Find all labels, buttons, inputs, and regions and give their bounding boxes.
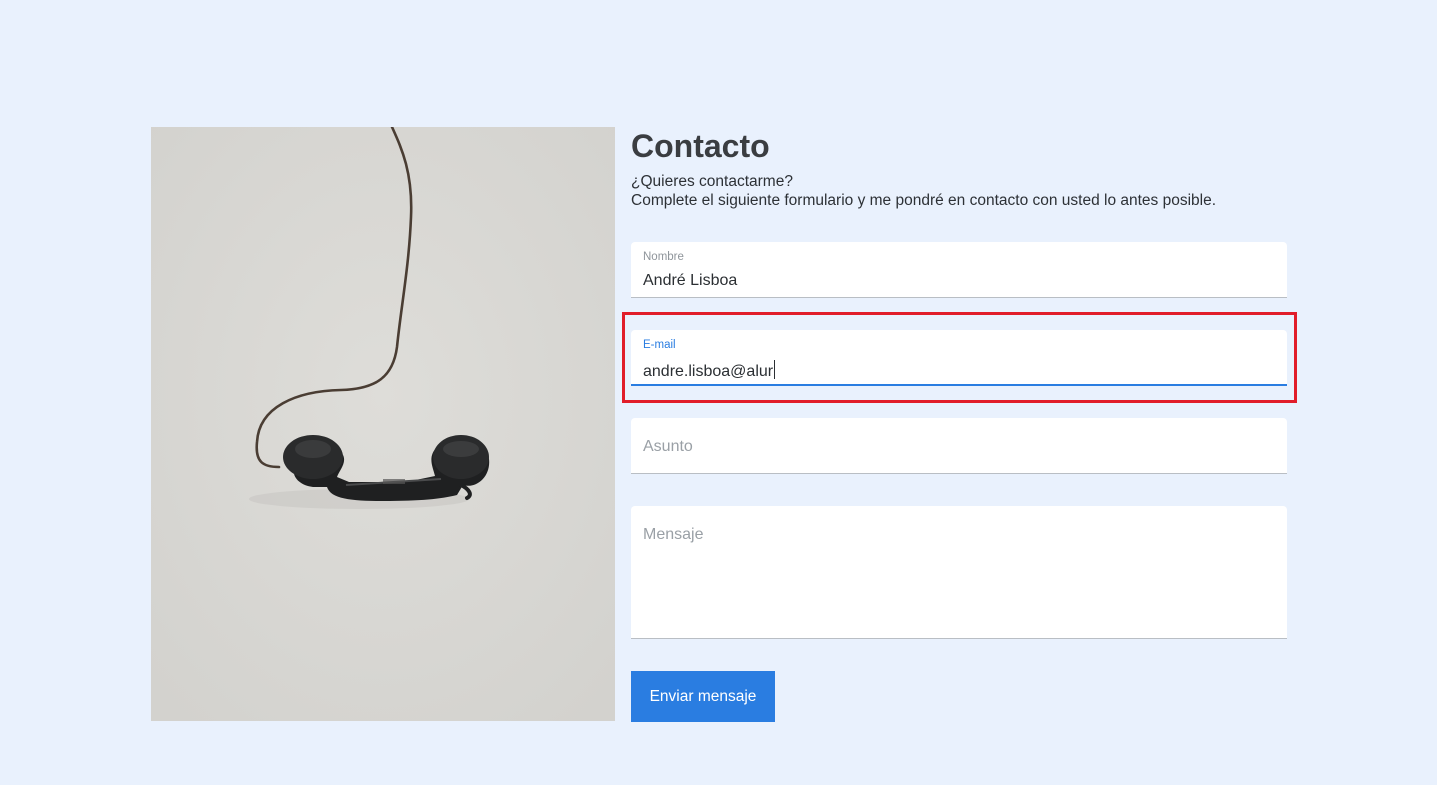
- name-field-value: André Lisboa: [643, 272, 738, 289]
- subject-field[interactable]: Asunto: [631, 418, 1287, 474]
- send-message-button[interactable]: Enviar mensaje: [631, 671, 775, 722]
- email-field-text: andre.lisboa@alur: [643, 363, 774, 380]
- email-field-label: E-mail: [643, 339, 676, 351]
- email-field[interactable]: E-mail andre.lisboa@alur: [631, 330, 1287, 386]
- text-cursor: [774, 360, 776, 379]
- page-title: Contacto: [631, 128, 770, 164]
- telephone-handset-image: [151, 127, 615, 721]
- contact-intro-question: ¿Quieres contactarme?: [631, 173, 793, 190]
- contact-intro-description: Complete el siguiente formulario y me po…: [631, 192, 1217, 209]
- message-textarea[interactable]: Mensaje: [631, 506, 1287, 639]
- name-field-label: Nombre: [643, 251, 684, 263]
- name-field[interactable]: Nombre André Lisboa: [631, 242, 1287, 298]
- email-field-value: andre.lisboa@alur: [643, 360, 776, 381]
- contact-section: Contacto ¿Quieres contactarme? Complete …: [631, 127, 1287, 722]
- contact-intro: ¿Quieres contactarme? Complete el siguie…: [631, 172, 1287, 210]
- contact-page: Contacto ¿Quieres contactarme? Complete …: [0, 0, 1437, 785]
- subject-field-placeholder: Asunto: [643, 438, 693, 455]
- message-textarea-placeholder: Mensaje: [643, 526, 704, 543]
